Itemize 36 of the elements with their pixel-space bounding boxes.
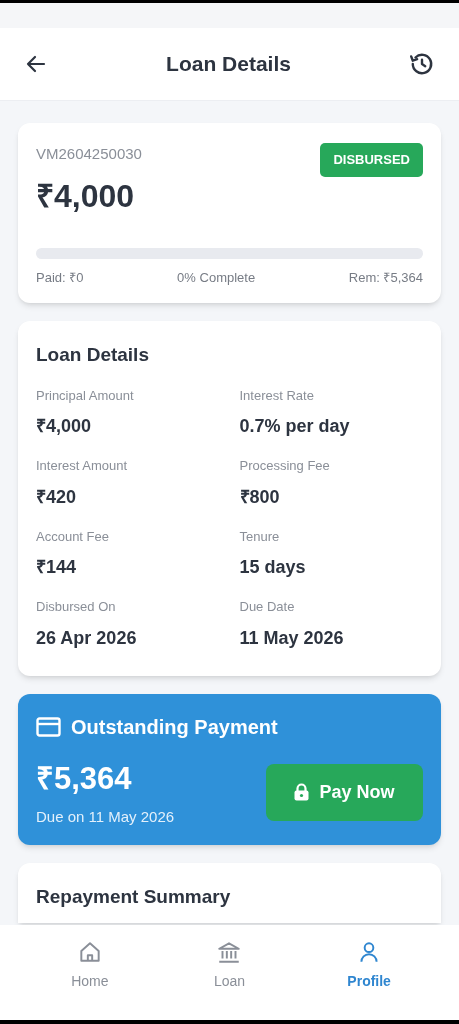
field-label: Account Fee <box>36 527 110 546</box>
credit-card-icon <box>36 716 61 737</box>
outstanding-title: Outstanding Payment <box>71 714 278 740</box>
page-title: Loan Details <box>166 51 291 78</box>
field-value: 0.7% per day <box>239 415 351 438</box>
field-value: ₹420 <box>36 485 78 509</box>
percent-complete: 0% Complete <box>177 268 256 287</box>
nav-tab[interactable]: Profile <box>324 939 415 992</box>
section-title: Repayment Summary <box>36 885 231 907</box>
pay-now-button[interactable]: Pay Now <box>266 763 423 821</box>
field-label: Tenure <box>239 527 281 546</box>
nav-tab[interactable]: Loan <box>184 939 275 992</box>
field-label: Disbursed On <box>36 598 117 616</box>
field-value: ₹4,000 <box>36 415 93 438</box>
lock-icon <box>294 783 310 801</box>
field-value: 11 May 2026 <box>239 626 345 650</box>
bank-icon <box>216 939 243 965</box>
history-icon[interactable] <box>409 51 435 77</box>
field-value: ₹800 <box>239 485 281 509</box>
paid-amount: Paid: ₹0 <box>36 268 84 287</box>
outstanding-amount: ₹5,364 <box>36 759 133 798</box>
field-label: Due Date <box>239 598 296 616</box>
field-label: Interest Rate <box>239 386 315 405</box>
field-label: Processing Fee <box>239 457 331 475</box>
status-badge: DISBURSED <box>320 143 423 177</box>
loan-id: VM2604250030 <box>36 144 142 164</box>
field-label: Principal Amount <box>36 386 135 405</box>
section-title: Loan Details <box>36 343 150 367</box>
field-label: Interest Amount <box>36 457 129 475</box>
field-value: 15 days <box>239 556 307 579</box>
loan-amount: ₹4,000 <box>36 176 136 216</box>
field-value: ₹144 <box>36 556 78 579</box>
nav-tab[interactable]: Home <box>44 939 135 992</box>
remaining-amount: Rem: ₹5,364 <box>348 268 423 287</box>
due-date-text: Due on 11 May 2026 <box>36 807 175 827</box>
field-value: 26 Apr 2026 <box>36 626 138 650</box>
